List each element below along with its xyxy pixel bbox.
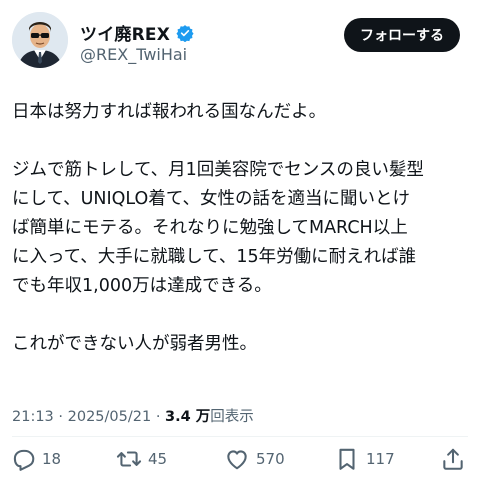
follow-button[interactable]: フォローする — [344, 18, 460, 52]
avatar-illustration — [12, 12, 68, 68]
avatar[interactable] — [12, 12, 68, 68]
author-handle[interactable]: @REX_TwiHai — [80, 45, 187, 64]
meta-separator: · — [58, 409, 64, 425]
share-icon — [443, 448, 463, 470]
post-text: 日本は努力すれば報われる国なんだよ。 ジムで筋トレして、月1回美容院でセンスの良… — [12, 98, 472, 359]
reply-button[interactable]: 18 — [10, 442, 61, 476]
post-paragraph-1: 日本は努力すれば報われる国なんだよ。 — [12, 98, 472, 127]
post-text-line: でも年収1,000万は達成できる。 — [12, 276, 272, 296]
post-meta: 21:13 · 2025/05/21 · 3.4 万回表示 — [12, 405, 254, 426]
bookmark-button[interactable]: 117 — [334, 442, 395, 476]
like-button[interactable]: 570 — [224, 442, 285, 476]
meta-separator: · — [155, 409, 161, 425]
reply-count: 18 — [42, 450, 62, 468]
post-date[interactable]: 2025/05/21 — [68, 409, 152, 425]
divider — [12, 436, 468, 437]
post-text-line: ば簡単にモテる。それなりに勉強してMARCH以上 — [12, 218, 408, 238]
post-time[interactable]: 21:13 — [12, 409, 54, 425]
post-text-line: これができない人が弱者男性。 — [12, 334, 257, 354]
like-count: 570 — [256, 450, 285, 468]
post-paragraph-2: ジムで筋トレして、月1回美容院でセンスの良い髪型 にして、UNIQLO着て、女性の… — [12, 156, 472, 301]
verified-badge-icon — [176, 24, 194, 42]
post-paragraph-3: これができない人が弱者男性。 — [12, 330, 472, 359]
bookmark-count: 117 — [366, 450, 395, 468]
post-text-line: に入って、大手に就職して、15年労働に耐えれば誰 — [12, 247, 417, 267]
post-text-line: ジムで筋トレして、月1回美容院でセンスの良い髪型 — [12, 160, 424, 180]
reply-icon — [13, 449, 35, 471]
post-header: ツイ廃REX @REX_TwiHai フォローする — [12, 12, 468, 72]
repost-count: 45 — [148, 450, 168, 468]
bookmark-icon — [339, 448, 355, 470]
author-name-row: ツイ廃REX — [80, 20, 194, 45]
action-bar: 18 45 570 117 — [0, 442, 480, 476]
views-count[interactable]: 3.4 万 — [165, 409, 210, 425]
like-icon — [227, 450, 247, 470]
views-label: 回表示 — [210, 409, 254, 425]
repost-icon — [116, 451, 142, 467]
post-text-line: 日本は努力すれば報われる国なんだよ。 — [12, 102, 327, 122]
post-text-line: にして、UNIQLO着て、女性の話を適当に聞いとけ — [12, 189, 410, 209]
share-button[interactable] — [440, 442, 466, 476]
repost-button[interactable]: 45 — [116, 442, 167, 476]
author-display-name[interactable]: ツイ廃REX — [80, 20, 170, 45]
